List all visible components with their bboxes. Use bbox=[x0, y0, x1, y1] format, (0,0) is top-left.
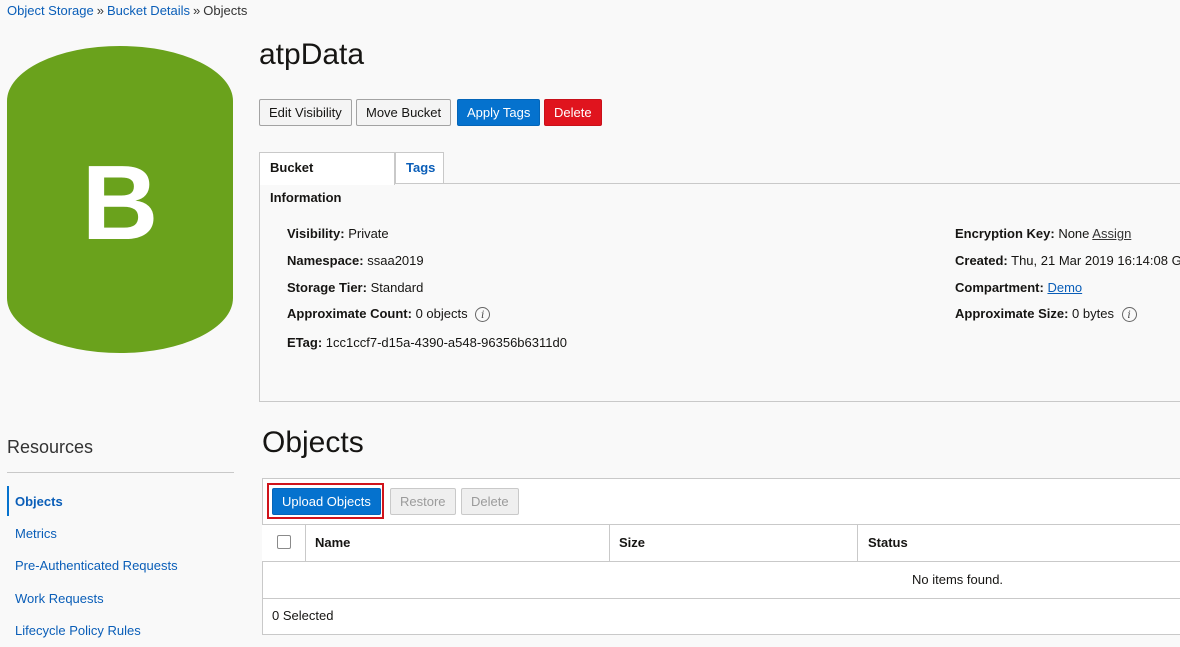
objects-title: Objects bbox=[262, 426, 364, 459]
page-title: atpData bbox=[259, 38, 365, 71]
assign-link[interactable]: Assign bbox=[1092, 226, 1131, 241]
column-header-status[interactable]: Status bbox=[868, 535, 908, 550]
compartment-row: Compartment: Demo bbox=[955, 280, 1082, 295]
column-divider bbox=[609, 525, 610, 561]
edit-visibility-button[interactable]: Edit Visibility bbox=[259, 99, 352, 126]
column-divider bbox=[305, 525, 306, 561]
etag-row: ETag: 1cc1ccf7-d15a-4390-a548-96356b6311… bbox=[287, 335, 567, 350]
visibility-label: Visibility: bbox=[287, 226, 345, 241]
table-footer-divider bbox=[262, 598, 1180, 599]
etag-value: 1cc1ccf7-d15a-4390-a548-96356b6311d0 bbox=[325, 335, 567, 350]
delete-bucket-button[interactable]: Delete bbox=[544, 99, 602, 126]
column-divider bbox=[857, 525, 858, 561]
move-bucket-button[interactable]: Move Bucket bbox=[356, 99, 452, 126]
breadcrumb-separator: » bbox=[96, 3, 104, 18]
breadcrumb-separator: » bbox=[193, 3, 201, 18]
table-header bbox=[262, 524, 1180, 562]
sidebar-item-pre-authenticated-requests[interactable]: Pre-Authenticated Requests bbox=[15, 558, 178, 573]
info-icon[interactable]: i bbox=[475, 307, 491, 323]
approx-count-value: 0 objects bbox=[415, 306, 468, 321]
breadcrumb-object-storage[interactable]: Object Storage bbox=[7, 3, 94, 18]
approx-size-value: 0 bytes bbox=[1072, 306, 1114, 321]
breadcrumb: Object Storage» Bucket Details» Objects bbox=[7, 3, 247, 18]
encryption-value: None bbox=[1058, 226, 1090, 241]
breadcrumb-current: Objects bbox=[203, 3, 248, 18]
storage-tier-label: Storage Tier: bbox=[287, 280, 367, 295]
delete-objects-button[interactable]: Delete bbox=[461, 488, 519, 515]
sidebar-item-lifecycle-policy-rules[interactable]: Lifecycle Policy Rules bbox=[15, 623, 141, 638]
resources-title: Resources bbox=[7, 437, 94, 457]
upload-objects-button[interactable]: Upload Objects bbox=[272, 488, 381, 515]
encryption-row: Encryption Key: None Assign bbox=[955, 226, 1131, 241]
sidebar-item-metrics[interactable]: Metrics bbox=[15, 526, 57, 541]
namespace-value: ssaa2019 bbox=[367, 253, 424, 268]
breadcrumb-bucket-details[interactable]: Bucket Details bbox=[107, 3, 190, 18]
encryption-label: Encryption Key: bbox=[955, 226, 1055, 241]
sidebar-item-work-requests[interactable]: Work Requests bbox=[15, 591, 104, 606]
visibility-row: Visibility: Private bbox=[287, 226, 389, 241]
compartment-label: Compartment: bbox=[955, 280, 1044, 295]
approx-size-row: Approximate Size: 0 bytes i bbox=[955, 306, 1137, 323]
info-icon[interactable]: i bbox=[1121, 307, 1137, 323]
selected-count: 0 Selected bbox=[272, 608, 334, 623]
bucket-icon: B bbox=[7, 46, 233, 353]
created-label: Created: bbox=[955, 253, 1008, 268]
storage-tier-row: Storage Tier: Standard bbox=[287, 280, 423, 295]
approx-size-label: Approximate Size: bbox=[955, 306, 1069, 321]
select-all-checkbox[interactable] bbox=[277, 535, 291, 549]
resources-divider bbox=[7, 472, 234, 473]
column-header-size[interactable]: Size bbox=[619, 535, 645, 550]
visibility-value: Private bbox=[348, 226, 389, 241]
storage-tier-value: Standard bbox=[370, 280, 424, 295]
column-header-name[interactable]: Name bbox=[315, 535, 350, 550]
active-indicator bbox=[7, 486, 9, 516]
restore-button[interactable]: Restore bbox=[390, 488, 456, 515]
created-row: Created: Thu, 21 Mar 2019 16:14:08 GM bbox=[955, 253, 1180, 268]
sidebar-item-objects[interactable]: Objects bbox=[15, 494, 63, 509]
tab-tags[interactable]: Tags bbox=[395, 152, 444, 184]
compartment-link[interactable]: Demo bbox=[1047, 280, 1082, 295]
bucket-icon-letter: B bbox=[82, 144, 159, 262]
etag-label: ETag: bbox=[287, 335, 323, 350]
empty-state-text: No items found. bbox=[912, 572, 1004, 587]
approx-count-row: Approximate Count: 0 objects i bbox=[287, 306, 491, 323]
apply-tags-button[interactable]: Apply Tags bbox=[457, 99, 541, 126]
created-value: Thu, 21 Mar 2019 16:14:08 GM bbox=[1011, 253, 1180, 268]
namespace-row: Namespace: ssaa2019 bbox=[287, 253, 424, 268]
tab-bucket-information[interactable]: Bucket Information bbox=[259, 152, 395, 205]
namespace-label: Namespace: bbox=[287, 253, 364, 268]
approx-count-label: Approximate Count: bbox=[287, 306, 412, 321]
